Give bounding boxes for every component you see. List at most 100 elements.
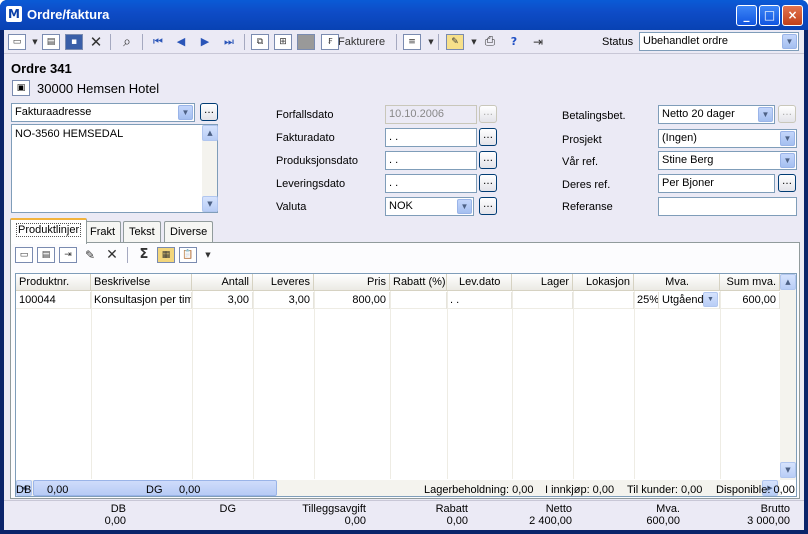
save-icon[interactable]: ▪ [65,34,83,50]
insert-line-icon[interactable]: ⇥ [59,247,77,263]
table-row[interactable]: 100044 Konsultasjon per time 3,00 3,00 8… [16,292,780,309]
cell-beskrivelse[interactable]: Konsultasjon per time [91,292,192,309]
open-line-icon[interactable]: ▤ [37,247,55,263]
scroll-up-icon[interactable]: ▲ [202,125,218,141]
fakturadato-field[interactable]: . . [385,128,477,147]
referanse-field[interactable] [658,197,797,216]
product-lines-grid[interactable]: Produktnr. Beskrivelse Antall Leveres Pr… [15,273,797,497]
previous-record-icon[interactable]: ◀ [172,33,190,51]
chevron-down-icon[interactable]: ▼ [782,34,797,49]
tab-produktlinjer[interactable]: Produktlinjer [10,218,88,244]
cell-levdato[interactable]: . . [447,292,512,309]
col-sum-mva[interactable]: Sum mva. [720,274,780,291]
customer-card-icon[interactable]: ▣ [12,80,30,96]
scroll-down-icon[interactable]: ▼ [202,196,218,212]
vaar-ref-select[interactable]: Stine Berg ▼ [658,151,797,170]
delete-line-icon[interactable]: ✕ [103,246,121,264]
address-textbox[interactable]: NO-3560 HEMSEDAL ▲ ▼ [11,124,218,213]
tab-diverse[interactable]: Diverse [164,221,214,243]
search-icon[interactable]: ⌕ [118,33,136,51]
status-label: Status [602,36,634,48]
produksjonsdato-button[interactable]: … [479,151,497,169]
minimize-button[interactable]: _ [736,5,757,26]
cell-leveres[interactable]: 3,00 [253,292,314,309]
col-lager[interactable]: Lager [512,274,573,291]
leveringsdato-button[interactable]: … [479,174,497,192]
address-type-select[interactable]: Fakturaadresse ▼ [11,103,195,122]
valuta-select[interactable]: NOK ▼ [385,197,474,216]
total-tilleggsavgift: Tilleggsavgift 0,00 [284,503,366,527]
tab-frakt[interactable]: Frakt [84,221,122,243]
chevron-down-icon[interactable]: ▼ [178,105,193,120]
report-icon[interactable]: ≡ [403,34,421,50]
maximize-button[interactable]: □ [759,5,780,26]
settings-icon[interactable]: ✎ [446,34,464,50]
col-levdato[interactable]: Lev.dato [447,274,512,291]
deres-ref-button[interactable]: … [778,174,796,192]
order-window: M Ordre/faktura _ □ × ▭ ▼ ▤ ▪ ✕ ⌕ ⏮ ◀ ▶ … [0,0,808,534]
chevron-down-icon[interactable]: ▼ [457,199,472,214]
delete-icon[interactable]: ✕ [87,33,105,51]
col-pris[interactable]: Pris [314,274,390,291]
cell-lager[interactable] [512,292,573,309]
col-beskrivelse[interactable]: Beskrivelse [91,274,192,291]
produksjonsdato-field[interactable]: . . [385,151,477,170]
sum-icon[interactable]: Σ [135,246,153,264]
tab-tekst[interactable]: Tekst [123,221,161,243]
col-rabatt[interactable]: Rabatt (%) [390,274,447,291]
cell-sum-mva[interactable]: 600,00 [720,292,780,309]
total-db-value: 0,00 [104,515,126,527]
edit-line-icon[interactable]: ✎ [81,246,99,264]
clipboard-icon[interactable]: 📋 [179,247,197,263]
hierarchy-icon[interactable]: ⊞ [274,34,292,50]
grid-header: Produktnr. Beskrivelse Antall Leveres Pr… [16,274,780,291]
copy-icon[interactable]: ⧉ [251,34,269,50]
status-select[interactable]: Ubehandlet ordre ▼ [639,32,799,51]
scroll-up-icon[interactable]: ▲ [780,274,796,290]
address-browse-button[interactable]: … [200,103,218,121]
col-leveres[interactable]: Leveres [253,274,314,291]
col-mva[interactable]: Mva. [634,274,720,291]
cell-antall[interactable]: 3,00 [192,292,253,309]
new-line-icon[interactable]: ▭ [15,247,33,263]
chevron-down-icon[interactable]: ▼ [758,107,773,122]
cell-pris[interactable]: 800,00 [314,292,390,309]
deres-ref-field[interactable]: Per Bjoner [658,174,775,193]
fakturere-button[interactable]: Fakturere [338,33,385,51]
cell-mva-pct[interactable]: 25% [634,292,659,309]
valuta-button[interactable]: … [479,197,497,215]
toolbar: ▭ ▼ ▤ ▪ ✕ ⌕ ⏮ ◀ ▶ ⏭ ⧉ ⊞ ₣ Fakturere ≡ ▼ … [4,30,804,54]
title-bar[interactable]: M Ordre/faktura _ □ × [0,0,808,30]
col-antall[interactable]: Antall [192,274,253,291]
chevron-down-icon[interactable]: ▼ [703,292,718,307]
cell-lokasjon[interactable] [573,292,634,309]
help-icon[interactable]: ? [505,33,523,51]
grid-vertical-scrollbar[interactable]: ▲ ▼ [780,274,796,480]
print-icon[interactable]: ⎙ [481,33,499,51]
prosjekt-select[interactable]: (Ingen) ▼ [658,129,797,148]
new-document-icon[interactable]: ▭ [8,34,26,50]
col-lokasjon[interactable]: Lokasjon [573,274,634,291]
cell-produktnr[interactable]: 100044 [16,292,91,309]
col-produktnr[interactable]: Produktnr. [16,274,91,291]
cell-mva-code[interactable]: Utgående ▼ [659,292,720,309]
clipboard-dropdown-icon[interactable]: ▼ [199,246,217,264]
leveringsdato-field[interactable]: . . [385,174,477,193]
total-tillegg-label: Tilleggsavgift [302,503,366,515]
last-record-icon[interactable]: ⏭ [220,33,238,51]
next-record-icon[interactable]: ▶ [196,33,214,51]
close-button[interactable]: × [782,5,803,26]
first-record-icon[interactable]: ⏮ [149,33,167,51]
fakturadato-button[interactable]: … [479,128,497,146]
stock-icon[interactable]: ▦ [157,247,175,263]
address-scrollbar[interactable]: ▲ ▼ [202,125,218,212]
chevron-down-icon[interactable]: ▼ [780,153,795,168]
status-db-value: 0,00 [47,484,69,496]
status-dg-value: 0,00 [179,484,201,496]
scroll-down-icon[interactable]: ▼ [780,462,796,478]
chevron-down-icon[interactable]: ▼ [780,131,795,146]
open-book-icon[interactable]: ▤ [42,34,60,50]
betalingsbet-select[interactable]: Netto 20 dager ▼ [658,105,775,124]
exit-icon[interactable]: ⇥ [529,33,547,51]
cell-rabatt[interactable] [390,292,447,309]
